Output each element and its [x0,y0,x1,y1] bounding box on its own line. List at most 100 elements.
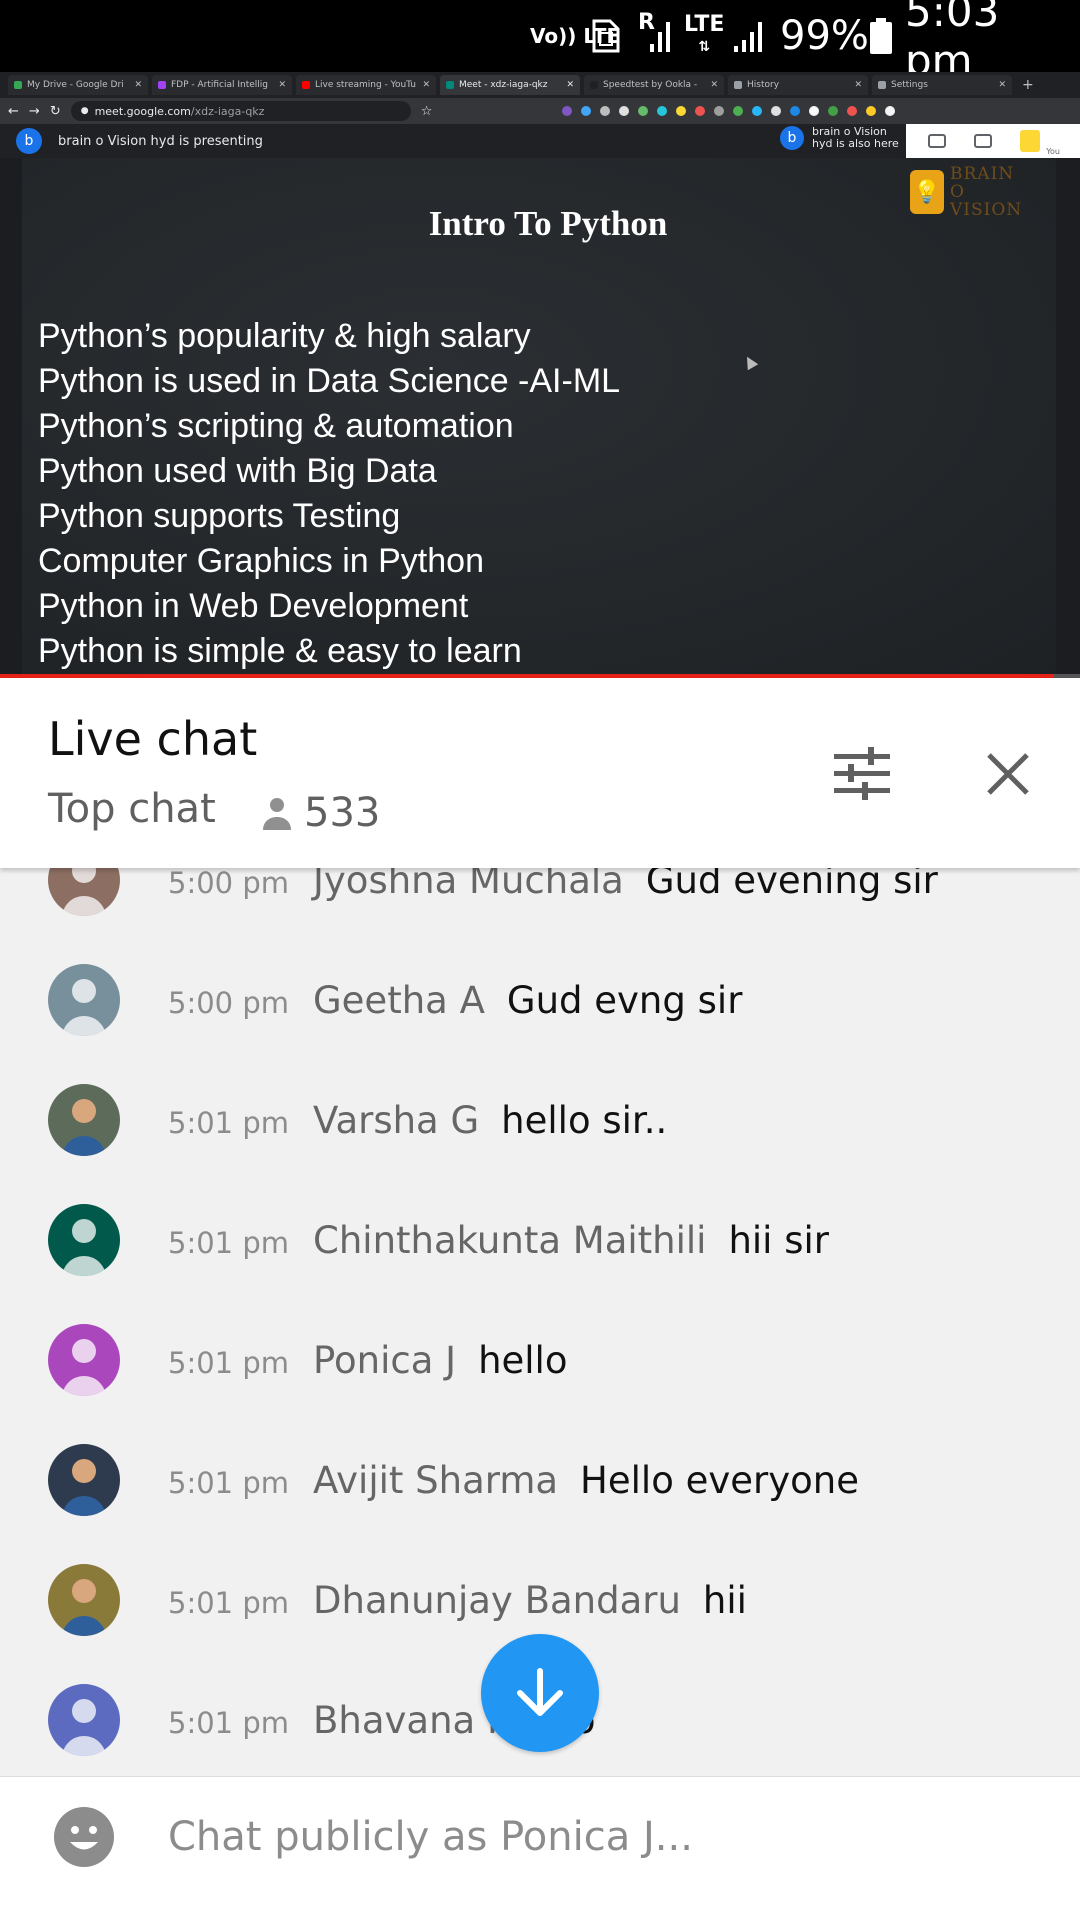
url-path: /xdz-iaga-qkz [190,104,265,118]
extension-icon[interactable] [562,106,573,116]
browser-tab[interactable]: Live streaming - YouTu ✕ [296,75,436,95]
extension-icon[interactable] [676,106,687,116]
browser-tab[interactable]: Settings ✕ [872,75,1012,95]
extension-icon[interactable] [581,106,592,116]
meet-side-panel: You [906,124,1080,158]
live-chat-title: Live chat [48,712,258,766]
emoji-icon [54,1807,114,1867]
user-avatar-photo[interactable] [48,1444,120,1516]
tab-favicon-icon [878,81,886,89]
message-text: Gud evening sir [645,868,938,902]
user-avatar-photo[interactable] [48,1084,120,1156]
close-icon [987,753,1029,795]
filter-button[interactable] [830,744,894,804]
clock: 5:03 pm [905,0,1000,85]
message-time: 5:01 pm [168,1345,289,1380]
network-type: LTE ⇅ [684,0,724,72]
back-icon[interactable]: ← [8,104,19,119]
extension-icon[interactable] [638,106,649,116]
extensions-row [562,106,896,116]
chat-message: 5:00 pm Geetha A Gud evng sir [0,940,1080,1060]
battery-icon [868,0,894,72]
people-icon[interactable] [928,134,946,148]
message-author[interactable]: Ponica J [313,1339,456,1382]
emoji-button[interactable] [54,1807,114,1867]
tab-label: Meet - xdz-iaga-qkz [459,80,548,90]
user-avatar-photo[interactable] [48,1564,120,1636]
tab-close-icon[interactable]: ✕ [560,80,574,90]
message-author[interactable]: Chinthakunta Maithili [313,1219,706,1262]
user-avatar[interactable] [48,868,120,916]
message-text: Gud evng sir [506,978,743,1022]
tab-favicon-icon [734,81,742,89]
extension-icon[interactable] [771,106,782,116]
message-author[interactable]: Avijit Sharma [313,1459,558,1502]
browser-tab[interactable]: FDP - Artificial Intellig ✕ [152,75,292,95]
slide-bullet: Python supports Testing [38,497,401,535]
message-text: hii sir [728,1218,829,1262]
extension-icon[interactable] [733,106,744,116]
chat-message: 5:00 pm Jyoshna Muchala Gud evening sir [0,868,1080,940]
message-time: 5:00 pm [168,985,289,1020]
tab-close-icon[interactable]: ✕ [272,80,286,90]
chat-message: 5:01 pm Varsha G hello sir.. [0,1060,1080,1180]
sliders-icon [834,747,890,800]
tab-close-icon[interactable]: ✕ [848,80,862,90]
browser-tab[interactable]: My Drive - Google Dri ✕ [8,75,148,95]
tab-label: Live streaming - YouTu [315,80,417,90]
also-here-label: brain o Vision hyd is also here [812,125,899,150]
close-button[interactable] [976,744,1040,804]
battery-percent: 99% [780,13,869,59]
presentation-slide: 💡 BRAIN O VISION Intro To Python Python’… [22,158,1056,678]
tab-label: History [747,80,780,90]
tab-close-icon[interactable]: ✕ [128,80,142,90]
extension-icon[interactable] [752,106,763,116]
user-avatar[interactable] [48,1324,120,1396]
extension-icon[interactable] [828,106,839,116]
user-avatar[interactable] [48,1204,120,1276]
browser-tab-active[interactable]: Meet - xdz-iaga-qkz ✕ [440,75,580,95]
tab-close-icon[interactable]: ✕ [992,80,1006,90]
message-time: 5:01 pm [168,1465,289,1500]
extension-icon[interactable] [695,106,706,116]
extension-icon[interactable] [657,106,668,116]
chat-input-bar [0,1776,1080,1920]
reload-icon[interactable]: ↻ [50,104,61,119]
user-avatar[interactable] [48,964,120,1036]
extension-icon[interactable] [790,106,801,116]
bookmark-star-icon[interactable]: ☆ [421,104,433,119]
tab-close-icon[interactable]: ✕ [416,80,430,90]
new-tab-icon[interactable]: + [1022,77,1034,93]
arrow-down-icon [517,1668,563,1716]
message-author[interactable]: Dhanunjay Bandaru [313,1579,681,1622]
extension-icon[interactable] [600,106,611,116]
chat-icon[interactable] [974,134,992,148]
message-author[interactable]: Varsha G [313,1099,479,1142]
browser-tab[interactable]: History ✕ [728,75,868,95]
scroll-to-bottom-button[interactable] [481,1634,599,1752]
browser-tab[interactable]: Speedtest by Ookla - ✕ [584,75,724,95]
chat-message-input[interactable] [168,1805,1028,1869]
network-label: LTE [684,12,725,37]
chat-mode-selector[interactable]: Top chat [48,786,216,832]
extension-icon[interactable] [885,106,896,116]
extension-icon[interactable] [809,106,820,116]
extension-icon[interactable] [619,106,630,116]
url-field[interactable]: ● meet.google.com/xdz-iaga-qkz [70,101,411,121]
tab-close-icon[interactable]: ✕ [704,80,718,90]
browser-address-bar: ← → ↻ ● meet.google.com/xdz-iaga-qkz ☆ [0,98,1080,124]
message-author[interactable]: Geetha A [313,979,485,1022]
user-avatar[interactable] [48,1684,120,1756]
slide-title: Intro To Python [428,204,668,243]
message-time: 5:00 pm [168,868,289,900]
message-author[interactable]: Jyoshna Muchala [313,868,624,902]
extension-icon[interactable] [714,106,725,116]
chat-message: 5:01 pm Avijit Sharma Hello everyone [0,1420,1080,1540]
extension-icon[interactable] [866,106,877,116]
video-player[interactable]: My Drive - Google Dri ✕ FDP - Artificial … [0,72,1080,678]
lock-icon: ● [80,106,89,116]
forward-icon[interactable]: → [29,104,40,119]
extension-icon[interactable] [847,106,858,116]
viewer-count: 533 [262,790,380,836]
meet-presenting-bar: b brain o Vision hyd is presenting b bra… [0,124,1080,158]
